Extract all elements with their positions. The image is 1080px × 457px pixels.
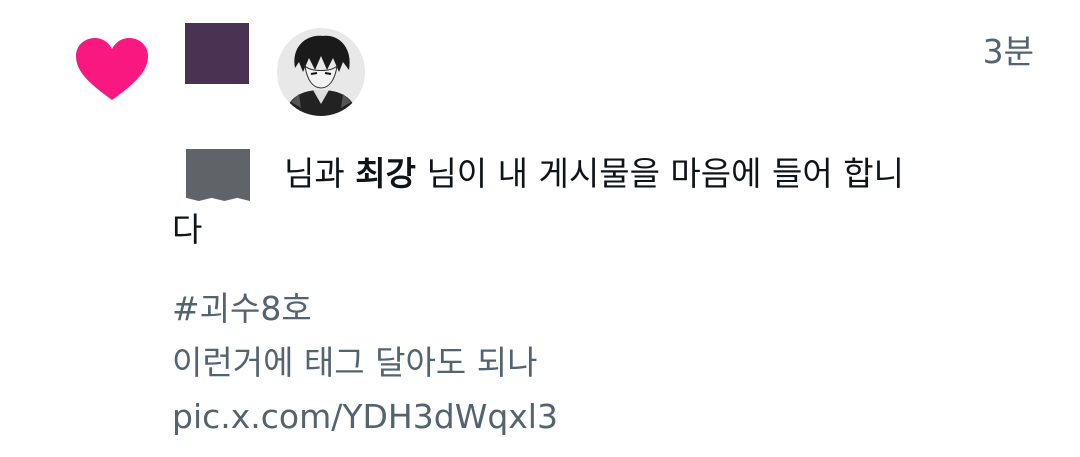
user-avatar-redacted[interactable] — [185, 23, 249, 84]
avatar-illustration — [277, 28, 365, 116]
notification-text-part1: 님과 — [284, 154, 356, 193]
post-media-link[interactable]: pic.x.com/YDH3dWqxl3 — [172, 390, 558, 444]
user-avatar[interactable] — [277, 28, 365, 116]
post-hashtag[interactable]: #괴수8호 — [172, 282, 558, 336]
heart-icon — [76, 38, 148, 100]
notification-timestamp: 3분 — [982, 32, 1034, 71]
notification-text: 님과 최강 님이 내 게시물을 마음에 들어 합니다 — [172, 146, 932, 258]
liker-name-link[interactable]: 최강 — [355, 154, 416, 193]
post-preview[interactable]: #괴수8호 이런거에 태그 달아도 되나 pic.x.com/YDH3dWqxl… — [172, 282, 558, 444]
notification-text-part2: 님이 내 게시물을 마음에 들어 합니다 — [172, 154, 904, 249]
post-text: 이런거에 태그 달아도 되나 — [172, 343, 538, 382]
